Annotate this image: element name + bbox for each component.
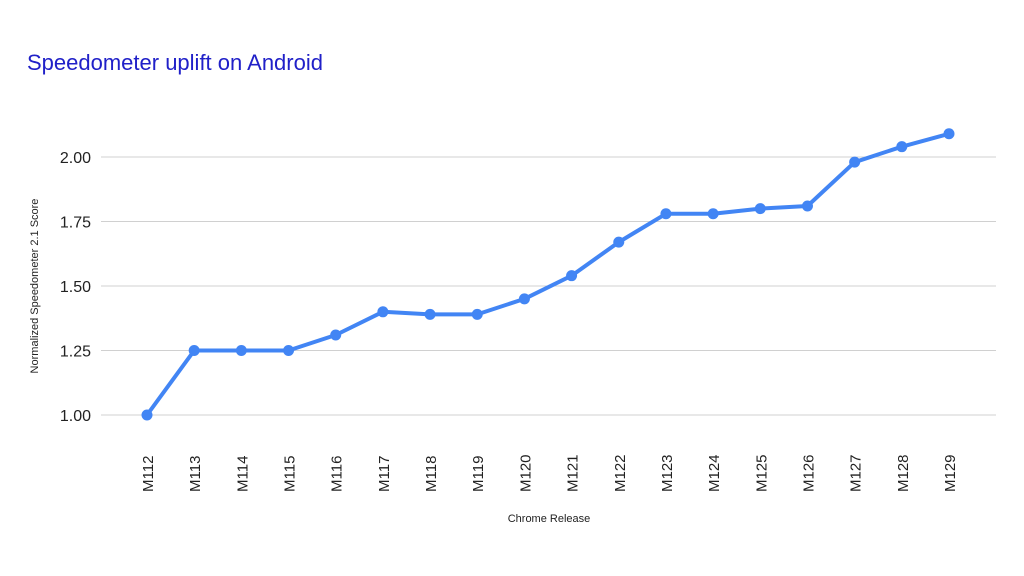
y-tick-label: 1.75	[60, 215, 91, 232]
line-chart: 1.001.251.501.752.00 M112 M113 M114 M115 M11…	[29, 128, 996, 525]
x-tick-label: M124	[706, 454, 723, 492]
x-axis-ticks: M112 M113 M114 M115 M116 M117 M118 M119 M120 M121…	[140, 454, 959, 492]
data-point	[518, 293, 530, 305]
y-tick-label: 1.50	[60, 279, 91, 296]
x-tick-label: M116	[329, 456, 346, 492]
x-tick-label: M122	[612, 454, 629, 492]
series-line	[145, 131, 951, 417]
x-tick-label: M129	[942, 454, 959, 492]
x-tick-label: M112	[140, 456, 157, 492]
x-tick-label: M125	[753, 454, 770, 492]
y-axis-ticks: 1.00 1.25 1.50 1.75 2.00	[60, 150, 91, 425]
data-point	[801, 200, 813, 212]
y-tick-label: 1.00	[60, 408, 91, 425]
data-point	[849, 156, 861, 168]
data-point	[330, 329, 342, 341]
data-point	[660, 208, 672, 220]
x-tick-label: M126	[800, 454, 817, 492]
data-point	[613, 236, 625, 248]
x-tick-label: M121	[565, 454, 582, 492]
x-tick-label: M115	[282, 456, 299, 492]
y-axis-label: Normalized Speedometer 2.1 Score	[29, 199, 41, 374]
data-points	[141, 128, 955, 421]
x-tick-label: M113	[187, 456, 204, 492]
x-axis-label: Chrome Release	[508, 513, 591, 525]
data-point	[141, 409, 153, 421]
x-tick-label: M128	[895, 454, 912, 492]
y-tick-label: 2.00	[60, 150, 91, 167]
x-tick-label: M118	[423, 456, 440, 492]
data-point	[707, 208, 719, 220]
data-point	[235, 345, 247, 356]
x-tick-label: M119	[470, 456, 487, 492]
data-point	[283, 345, 295, 356]
y-tick-label: 1.25	[60, 344, 91, 361]
x-tick-label: M123	[659, 454, 676, 492]
x-tick-label: M120	[517, 454, 534, 492]
data-point	[754, 203, 766, 215]
x-tick-label: M117	[376, 456, 393, 492]
data-point	[896, 141, 908, 153]
data-point	[471, 308, 483, 320]
x-tick-label: M114	[234, 456, 251, 492]
data-point	[566, 270, 578, 282]
data-point	[377, 306, 389, 318]
data-point	[424, 308, 436, 320]
data-point	[188, 345, 200, 356]
data-point	[943, 128, 955, 140]
x-tick-label: M127	[848, 454, 865, 492]
